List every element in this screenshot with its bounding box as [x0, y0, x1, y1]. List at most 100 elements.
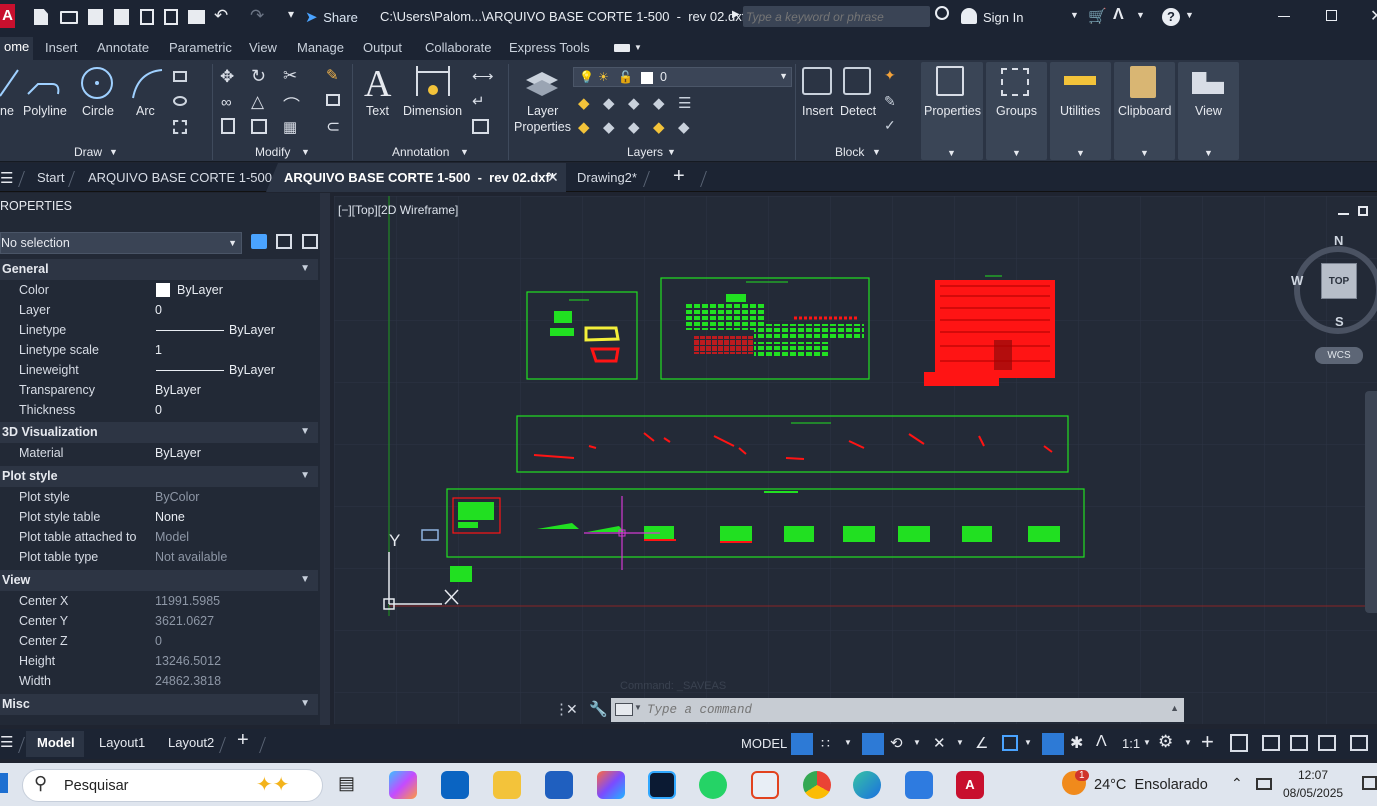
search-input[interactable]: [743, 6, 930, 27]
polar-dropdown-icon[interactable]: ▼: [913, 738, 921, 747]
move-icon[interactable]: ✥: [220, 67, 234, 87]
layer-tool-9-icon[interactable]: ◆: [653, 118, 665, 136]
layers-panel-title[interactable]: Layers: [627, 145, 663, 159]
customize-command-icon[interactable]: 🔧: [589, 700, 608, 718]
dimension-icon[interactable]: [414, 66, 452, 100]
tab-manage[interactable]: Manage: [297, 40, 344, 55]
prop-row-layer[interactable]: Layer 0: [0, 300, 318, 320]
save-icon[interactable]: [88, 9, 103, 25]
share-button[interactable]: ➤ Share: [305, 8, 358, 26]
compass-north[interactable]: N: [1334, 233, 1343, 248]
a360-dropdown-icon[interactable]: ▼: [1136, 10, 1145, 20]
rectangle-icon[interactable]: [173, 71, 187, 82]
polar-tracking-icon[interactable]: ⟲: [890, 734, 903, 752]
tab-insert[interactable]: Insert: [45, 40, 78, 55]
whatsapp-icon[interactable]: [699, 771, 727, 799]
tab-model[interactable]: Model: [37, 735, 75, 750]
chrome-icon[interactable]: [803, 771, 831, 799]
edge-icon[interactable]: [853, 771, 881, 799]
layer-properties-label-1[interactable]: Layer: [527, 104, 558, 118]
isolate-objects-icon[interactable]: [1318, 735, 1336, 751]
ortho-toggle-icon[interactable]: [862, 733, 884, 755]
recent-commands-icon[interactable]: ▼: [634, 703, 642, 712]
prop-row-linetype[interactable]: Linetype ByLayer: [0, 320, 318, 340]
new-layout-icon[interactable]: +: [237, 729, 249, 752]
offset-icon[interactable]: ⊂: [326, 117, 340, 137]
insert-block-icon[interactable]: [802, 67, 832, 95]
block-panel-title[interactable]: Block: [835, 145, 864, 159]
polyline-button[interactable]: Polyline: [23, 104, 67, 118]
prop-row-plot-table-attached[interactable]: Plot table attached to Model: [0, 527, 318, 547]
isometric-icon[interactable]: ✕: [933, 734, 946, 752]
menu-icon[interactable]: ☰: [0, 169, 13, 187]
trim-icon[interactable]: ✂: [283, 66, 297, 86]
annotation-scale-icon[interactable]: Λ: [1096, 733, 1107, 751]
polyline-icon[interactable]: [26, 66, 66, 102]
compass-west[interactable]: W: [1291, 273, 1303, 288]
cart-icon[interactable]: 🛒: [1088, 7, 1107, 25]
toggle-pickadd-icon[interactable]: [251, 234, 267, 249]
layers-panel-dropdown-icon[interactable]: ▼: [667, 147, 676, 157]
command-history-toggle-icon[interactable]: ▲: [1170, 703, 1179, 713]
arc-button[interactable]: Arc: [136, 104, 155, 118]
lumion-app-icon[interactable]: [545, 771, 573, 799]
line-button[interactable]: ne: [0, 104, 14, 118]
prop-row-plot-style[interactable]: Plot style ByColor: [0, 487, 318, 507]
redo-icon[interactable]: ↷: [250, 6, 264, 26]
annotation-panel-dropdown-icon[interactable]: ▼: [460, 147, 469, 157]
search-icon[interactable]: [935, 6, 949, 20]
text-button[interactable]: Text: [366, 104, 389, 118]
layout-menu-icon[interactable]: ☰: [0, 733, 13, 751]
layer-tool-2-icon[interactable]: ◆: [603, 94, 615, 112]
workspace-dropdown-icon[interactable]: ▼: [1184, 738, 1192, 747]
section-plot-style[interactable]: Plot style ▼: [0, 466, 318, 487]
notifications-icon[interactable]: [1362, 776, 1377, 790]
snipping-tool-icon[interactable]: [751, 771, 779, 799]
prop-row-material[interactable]: Material ByLayer: [0, 443, 318, 463]
model-space-toggle[interactable]: MODEL: [741, 736, 787, 751]
taskbar-search-box[interactable]: ⚲ Pesquisar ✦✦: [22, 769, 323, 802]
object-snap-icon[interactable]: [1002, 735, 1018, 751]
undo-icon[interactable]: ↶: [214, 6, 228, 26]
help-icon[interactable]: ?: [1162, 8, 1180, 26]
insert-block-button[interactable]: Insert: [802, 104, 833, 118]
rotate-icon[interactable]: ↻: [251, 66, 266, 87]
start-button[interactable]: [0, 773, 8, 793]
selection-dropdown[interactable]: No selection ▼: [0, 232, 242, 254]
close-window-button[interactable]: ✕: [1370, 6, 1377, 26]
utilities-ribbon-button[interactable]: Utilities ▼: [1050, 62, 1111, 160]
block-panel-dropdown-icon[interactable]: ▼: [872, 147, 881, 157]
new-tab-icon[interactable]: +: [673, 165, 685, 188]
tab-arquivo-base[interactable]: ARQUIVO BASE CORTE 1-500: [88, 170, 272, 185]
open-icon[interactable]: [60, 11, 78, 24]
layer-tool-1-icon[interactable]: ◆: [578, 94, 590, 112]
quick-properties-icon[interactable]: [1262, 735, 1280, 751]
select-objects-icon[interactable]: [276, 234, 292, 249]
clock-time[interactable]: 12:07: [1298, 768, 1328, 782]
auto-scale-icon[interactable]: ✱: [1070, 733, 1083, 753]
snap-dropdown-icon[interactable]: ▼: [844, 738, 852, 747]
fillet-icon[interactable]: ⌒: [283, 92, 300, 117]
viewport-minimize-icon[interactable]: [1338, 213, 1349, 215]
prop-row-center-z[interactable]: Center Z 0: [0, 631, 318, 651]
new-icon[interactable]: [34, 9, 48, 25]
annotation-visibility-icon[interactable]: [1042, 733, 1064, 755]
close-command-line-icon[interactable]: ✕: [566, 701, 578, 718]
section-misc[interactable]: Misc ▼: [0, 694, 318, 715]
section-3d-visualization[interactable]: 3D Visualization ▼: [0, 422, 318, 443]
annotation-monitor-icon[interactable]: +: [1201, 729, 1214, 755]
create-block-icon[interactable]: ✦: [884, 67, 896, 84]
properties-ribbon-button[interactable]: Properties ▼: [921, 62, 983, 160]
tab-collaborate[interactable]: Collaborate: [425, 40, 492, 55]
wcs-menu[interactable]: WCS: [1315, 347, 1363, 364]
drawing-canvas[interactable]: [−][Top][2D Wireframe] Y TOP N S W WCS C…: [334, 196, 1377, 724]
annotation-scale-value[interactable]: 1:1: [1122, 736, 1140, 751]
copilot-icon[interactable]: [389, 771, 417, 799]
table-icon[interactable]: [472, 119, 489, 134]
search-field[interactable]: [743, 6, 930, 27]
plot-icon[interactable]: [188, 10, 205, 24]
scale-dropdown-icon[interactable]: ▼: [1143, 738, 1151, 747]
layer-properties-icon[interactable]: [522, 66, 562, 102]
linear-dim-icon[interactable]: ⟷: [472, 67, 494, 85]
maximize-button[interactable]: [1326, 10, 1337, 21]
